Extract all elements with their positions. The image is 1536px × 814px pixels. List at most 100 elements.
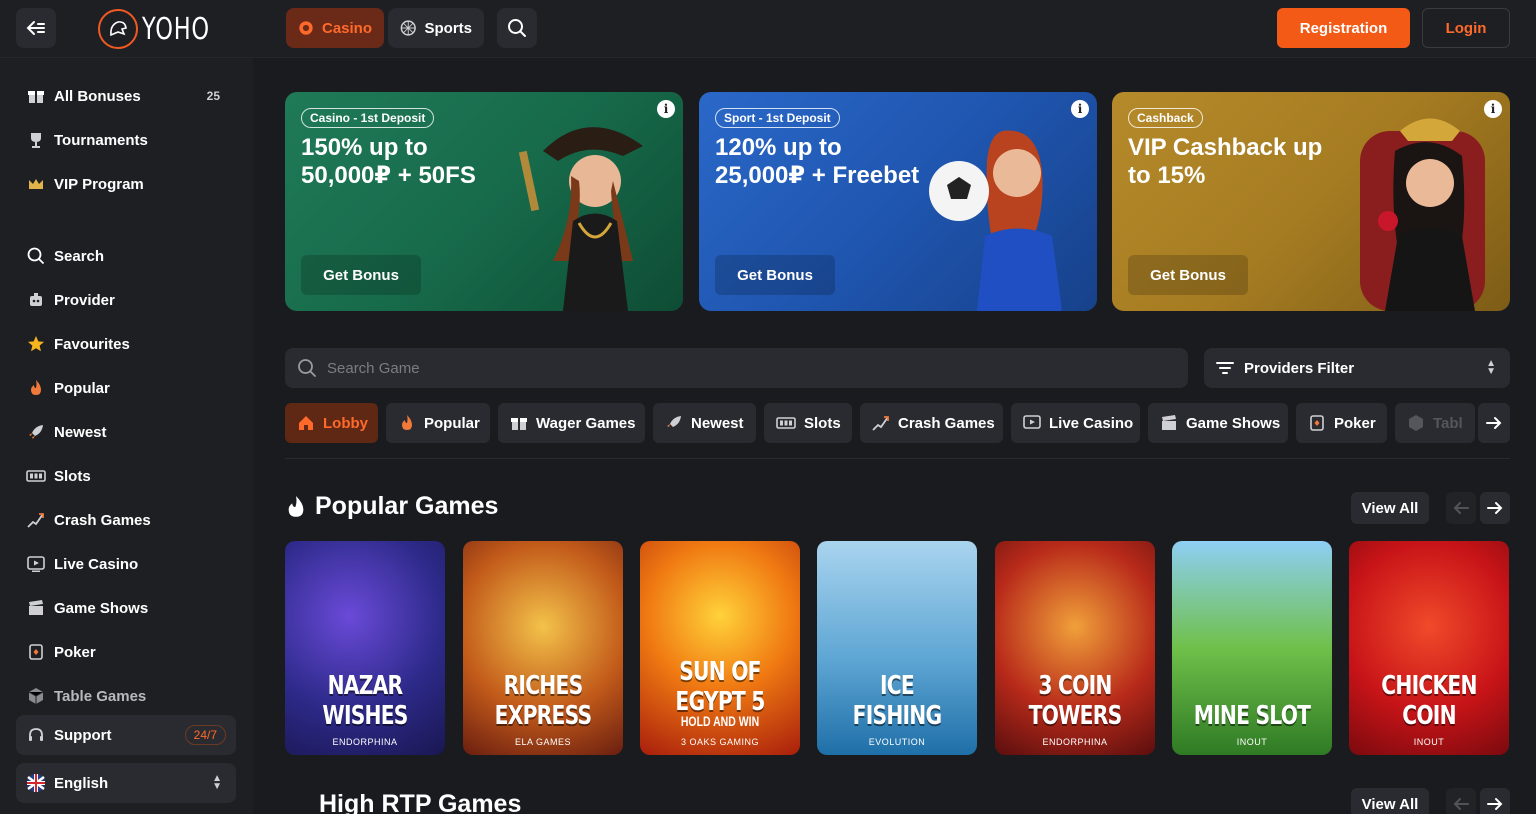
popular-view-all-button[interactable]: View All	[1351, 492, 1429, 524]
tab-casino[interactable]: Casino	[286, 8, 384, 48]
clapper-icon	[1162, 415, 1176, 430]
category-newest[interactable]: Newest	[653, 403, 756, 443]
category-crash-games[interactable]: Crash Games	[860, 403, 1003, 443]
sidebar-item-label: Table Games	[54, 687, 147, 705]
sidebar-item-search[interactable]: Search	[16, 238, 236, 274]
game-subtitle: HOLD AND WIN	[680, 713, 760, 729]
sidebar-item-vip-program[interactable]: VIP Program	[16, 166, 236, 202]
sidebar-item-label: Newest	[54, 423, 107, 441]
sidebar-item-crash-games[interactable]: Crash Games	[16, 502, 236, 538]
header-search-button[interactable]	[497, 8, 537, 48]
login-button[interactable]: Login	[1422, 8, 1510, 48]
get-bonus-button[interactable]: Get Bonus	[1128, 255, 1248, 295]
sidebar-item-label: Tournaments	[54, 131, 148, 149]
game-tile-3-coin-towers[interactable]: 3 COIN TOWERS ENDORPHINA	[995, 541, 1155, 755]
promo-headline: VIP Cashback up to 15%	[1128, 134, 1323, 189]
sidebar: All Bonuses 25 Tournaments VIP Program S…	[0, 58, 253, 814]
category-wager-games[interactable]: Wager Games	[498, 403, 645, 443]
logo-text: YOHO	[142, 11, 210, 47]
updown-icon: ▲ ▼	[212, 773, 222, 792]
category-slots[interactable]: Slots	[764, 403, 852, 443]
game-tile-riches-express[interactable]: RICHES EXPRESS ELA GAMES	[463, 541, 623, 755]
game-tile-nazar-wishes[interactable]: NAZAR WISHES ENDORPHINA	[285, 541, 445, 755]
search-icon	[508, 19, 526, 37]
promo-card-casino[interactable]: Casino - 1st Deposit 150% up to 50,000₽ …	[285, 92, 683, 311]
game-title: ICE FISHING	[852, 671, 942, 731]
category-game-shows[interactable]: Game Shows	[1148, 403, 1288, 443]
category-label: Tabl	[1433, 414, 1463, 432]
game-provider: INOUT	[1413, 737, 1445, 747]
get-bonus-button[interactable]: Get Bonus	[715, 255, 835, 295]
game-tile-mine-slot[interactable]: MINE SLOT INOUT	[1172, 541, 1332, 755]
category-poker[interactable]: Poker	[1296, 403, 1387, 443]
categories-next-button[interactable]	[1478, 403, 1510, 443]
game-tile-chicken-coin[interactable]: CHICKEN COIN INOUT	[1349, 541, 1509, 755]
yoho-logo[interactable]: YOHO	[98, 8, 232, 50]
language-selector[interactable]: English ▲ ▼	[16, 763, 236, 803]
category-label: Newest	[691, 414, 744, 432]
sidebar-item-game-shows[interactable]: Game Shows	[16, 590, 236, 626]
arrow-right-icon	[1487, 502, 1503, 514]
game-title: NAZAR WISHES	[322, 671, 408, 731]
get-bonus-button[interactable]: Get Bonus	[301, 255, 421, 295]
sidebar-item-label: Popular	[54, 379, 110, 397]
registration-button[interactable]: Registration	[1277, 8, 1410, 48]
high-rtp-next-button[interactable]	[1480, 788, 1510, 814]
slots-icon	[26, 466, 46, 486]
sidebar-support[interactable]: Support 24/7	[16, 715, 236, 755]
sidebar-item-newest[interactable]: Newest	[16, 414, 236, 450]
promo-card-cashback[interactable]: Cashback VIP Cashback up to 15% Get Bonu…	[1112, 92, 1510, 311]
sidebar-item-slots[interactable]: Slots	[16, 458, 236, 494]
sidebar-item-table-games[interactable]: Table Games	[16, 678, 236, 714]
game-tile-sun-of-egypt-5[interactable]: SUN OF EGYPT 5 HOLD AND WIN 3 OAKS GAMIN…	[640, 541, 800, 755]
vip-lady-image	[1360, 118, 1485, 311]
high-rtp-view-all-button[interactable]: View All	[1351, 788, 1429, 814]
section-title-text: Popular Games	[315, 492, 499, 520]
tab-sports-label: Sports	[424, 19, 472, 37]
search-game-input[interactable]	[327, 359, 1127, 377]
sidebar-item-live-casino[interactable]: Live Casino	[16, 546, 236, 582]
high-rtp-prev-button[interactable]	[1446, 788, 1476, 814]
sidebar-item-label: Live Casino	[54, 555, 139, 573]
game-tile-ice-fishing[interactable]: ICE FISHING EVOLUTION	[817, 541, 977, 755]
sidebar-item-tournaments[interactable]: Tournaments	[16, 122, 236, 158]
popular-next-button[interactable]	[1480, 492, 1510, 524]
tab-sports[interactable]: Sports	[388, 8, 484, 48]
game-provider: 3 OAKS GAMING	[680, 737, 760, 747]
category-label: Game Shows	[1186, 414, 1281, 432]
sidebar-item-provider[interactable]: Provider	[16, 282, 236, 318]
game-search-bar[interactable]	[285, 348, 1188, 388]
chip-icon	[299, 21, 313, 35]
home-icon	[299, 416, 313, 430]
promo-tag: Sport - 1st Deposit	[715, 108, 840, 128]
collapse-sidebar-button[interactable]	[16, 8, 56, 48]
support-hours-badge: 24/7	[184, 725, 226, 745]
bonus-count: 25	[206, 89, 220, 103]
category-popular[interactable]: Popular	[386, 403, 490, 443]
promo-card-sport[interactable]: Sport - 1st Deposit 120% up to 25,000₽ +…	[699, 92, 1097, 311]
category-table-games[interactable]: Tabl	[1395, 403, 1475, 443]
sidebar-item-all-bonuses[interactable]: All Bonuses 25	[16, 78, 236, 114]
sidebar-item-label: Favourites	[54, 335, 130, 353]
trophy-icon	[26, 130, 46, 150]
slots-icon	[776, 417, 796, 429]
sidebar-item-popular[interactable]: Popular	[16, 370, 236, 406]
sidebar-item-favourites[interactable]: Favourites	[16, 326, 236, 362]
category-live-casino[interactable]: Live Casino	[1011, 403, 1140, 443]
sidebar-item-label: Slots	[54, 467, 91, 485]
arrow-left-icon	[1453, 502, 1469, 514]
providers-filter-label: Providers Filter	[1244, 359, 1355, 377]
promo-tag: Cashback	[1128, 108, 1203, 128]
sidebar-item-poker[interactable]: Poker	[16, 634, 236, 670]
filter-icon	[1216, 362, 1234, 374]
category-label: Crash Games	[898, 414, 995, 432]
popular-prev-button[interactable]	[1446, 492, 1476, 524]
fire-icon	[26, 378, 46, 398]
providers-filter-dropdown[interactable]: Providers Filter ▲ ▼	[1204, 348, 1510, 388]
sidebar-item-label: Search	[54, 247, 105, 265]
category-lobby[interactable]: Lobby	[285, 403, 378, 443]
dice-icon	[26, 686, 46, 706]
rocket-icon	[667, 416, 681, 427]
top-bar: YOHO Casino Sports Registration Login	[0, 0, 1536, 58]
fire-icon	[288, 495, 304, 517]
